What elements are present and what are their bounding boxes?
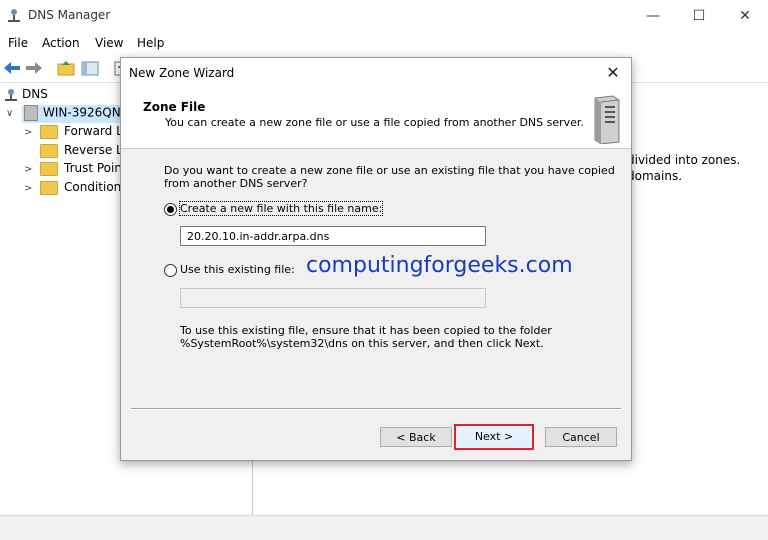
folder-icon [40, 143, 58, 158]
tree-item-label: DNS [22, 87, 48, 101]
tree-item-trust[interactable]: Trust Point [40, 161, 127, 179]
tree-item-dns[interactable]: DNS [4, 87, 48, 105]
status-bar [0, 515, 768, 540]
create-new-file-radio[interactable] [164, 203, 177, 216]
existing-file-input[interactable] [180, 288, 486, 308]
menu-action[interactable]: Action [42, 36, 80, 50]
close-button[interactable]: ✕ [722, 0, 768, 32]
folder-icon [40, 180, 58, 195]
tree-item-forward[interactable]: Forward Lo [40, 124, 130, 142]
menu-file[interactable]: File [8, 36, 28, 50]
menu-bar: File Action View Help [0, 32, 768, 54]
dialog-title-bar: New Zone Wizard ✕ [121, 58, 631, 88]
server-tower-icon [594, 95, 620, 144]
tree-item-reverse[interactable]: Reverse Lo [40, 143, 130, 161]
dns-icon [5, 88, 17, 101]
watermark-text: computingforgeeks.com [306, 253, 573, 278]
button-separator [131, 408, 621, 410]
console-tree-icon[interactable] [80, 59, 100, 77]
tree-item-label: Conditiona [64, 180, 129, 194]
close-icon: ✕ [739, 8, 751, 24]
details-text: divided into zones. [627, 153, 741, 167]
tree-item-server[interactable]: WIN-3926QNR [22, 105, 136, 123]
menu-help[interactable]: Help [137, 36, 164, 50]
details-text: domains. [627, 169, 683, 183]
existing-file-note: %SystemRoot%\system32\dns on this server… [180, 337, 544, 350]
wizard-step-title: Zone File [143, 100, 206, 114]
next-button[interactable]: Next > [454, 424, 534, 450]
menu-view[interactable]: View [95, 36, 123, 50]
tree-item-label: WIN-3926QNR [43, 105, 130, 120]
window-title: DNS Manager [28, 8, 111, 22]
maximize-button[interactable]: ☐ [676, 0, 722, 32]
dns-manager-icon [8, 9, 20, 22]
new-file-name-input[interactable]: 20.20.10.in-addr.arpa.dns [180, 226, 486, 246]
chevron-right-icon[interactable]: > [24, 127, 32, 138]
wizard-step-subtitle: You can create a new zone file or use a … [165, 116, 584, 129]
server-icon [24, 105, 38, 121]
minimize-icon: — [646, 8, 660, 24]
dialog-close-button[interactable]: ✕ [603, 63, 623, 83]
title-bar: DNS Manager — ☐ ✕ [0, 0, 768, 32]
chevron-right-icon[interactable]: > [24, 183, 32, 194]
question-text: Do you want to create a new zone file or… [164, 164, 615, 177]
back-arrow-icon[interactable] [2, 59, 22, 77]
tree-item-conditional[interactable]: Conditiona [40, 180, 129, 198]
use-existing-file-label[interactable]: Use this existing file: [180, 263, 295, 276]
close-icon: ✕ [606, 63, 620, 82]
create-new-file-label[interactable]: Create a new file with this file name: [178, 201, 384, 216]
forward-arrow-icon[interactable] [24, 59, 44, 77]
maximize-icon: ☐ [692, 8, 706, 24]
chevron-down-icon[interactable]: ∨ [6, 108, 13, 119]
existing-file-note: To use this existing file, ensure that i… [180, 324, 552, 337]
cancel-button[interactable]: Cancel [545, 427, 617, 447]
dialog-title: New Zone Wizard [129, 66, 235, 80]
question-text: from another DNS server? [164, 177, 308, 190]
folder-icon [40, 124, 58, 139]
wizard-header: Zone File You can create a new zone file… [121, 88, 631, 149]
folder-icon [40, 161, 58, 176]
back-button[interactable]: < Back [380, 427, 452, 447]
tree-item-label: Trust Point [64, 161, 127, 175]
chevron-right-icon[interactable]: > [24, 164, 32, 175]
minimize-button[interactable]: — [630, 0, 676, 32]
use-existing-file-radio[interactable] [164, 264, 177, 277]
up-folder-icon[interactable] [56, 59, 76, 77]
